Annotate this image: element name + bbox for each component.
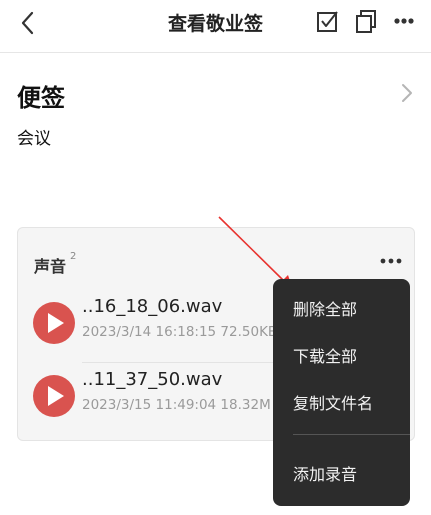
- sound-count-badge: 2: [70, 251, 77, 262]
- chevron-right-icon[interactable]: [399, 82, 415, 104]
- top-bar: 查看敬业签: [0, 0, 431, 53]
- note-body-text: 会议: [17, 129, 51, 149]
- audio-file-name: ..16_18_06.wav: [82, 296, 223, 317]
- play-button[interactable]: [33, 302, 75, 344]
- note-heading: 便签: [17, 84, 65, 112]
- more-icon[interactable]: [391, 8, 417, 34]
- menu-item-delete-all[interactable]: 删除全部: [293, 296, 357, 320]
- copy-icon[interactable]: [353, 8, 379, 34]
- menu-item-copy-filename[interactable]: 复制文件名: [293, 390, 373, 414]
- sound-options-menu: 删除全部 下载全部 复制文件名 添加录音: [273, 279, 410, 506]
- menu-divider: [293, 434, 410, 435]
- play-icon: [48, 313, 64, 333]
- menu-item-add-recording[interactable]: 添加录音: [293, 461, 357, 485]
- audio-file-meta: 2023/3/15 11:49:04 18.32M: [82, 397, 271, 413]
- sound-section-title: 声音: [34, 257, 67, 276]
- checkbox-icon[interactable]: [315, 8, 341, 34]
- play-icon: [48, 386, 64, 406]
- audio-file-meta: 2023/3/14 16:18:15 72.50KB: [82, 324, 278, 340]
- audio-file-name: ..11_37_50.wav: [82, 369, 223, 390]
- play-button[interactable]: [33, 375, 75, 417]
- more-icon[interactable]: [380, 257, 402, 265]
- menu-item-download-all[interactable]: 下载全部: [293, 343, 357, 367]
